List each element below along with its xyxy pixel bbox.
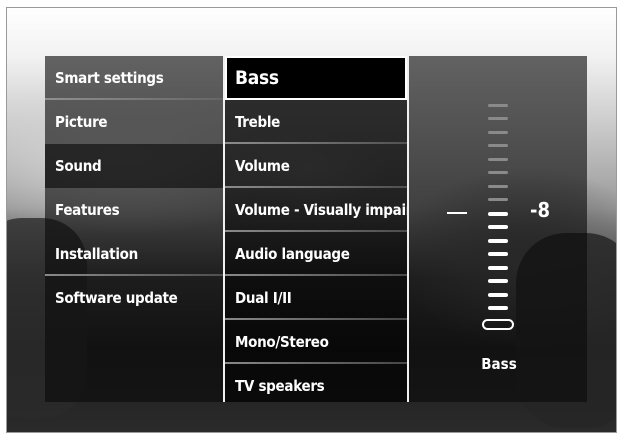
menu-item-smart-settings[interactable]: Smart settings	[45, 56, 223, 100]
slider-tick	[488, 130, 508, 134]
slider-tick	[488, 144, 508, 147]
slider-tick	[488, 171, 508, 174]
slider-label: Bass	[481, 355, 517, 373]
bass-slider[interactable]: -8 Bass	[409, 56, 587, 402]
slider-current-marker	[447, 212, 467, 214]
menu-item-features[interactable]: Features	[45, 188, 223, 232]
settings-menu: Smart settings Picture Sound Features In…	[45, 56, 587, 402]
slider-tick	[488, 225, 508, 229]
slider-tick	[488, 279, 508, 283]
menu-item-installation[interactable]: Installation	[45, 232, 223, 276]
slider-value: -8	[530, 198, 550, 222]
sound-item-mono-stereo[interactable]: Mono/Stereo	[225, 320, 407, 364]
slider-tick	[488, 252, 508, 256]
slider-tick	[488, 157, 508, 161]
slider-tick	[488, 184, 508, 188]
slider-tick	[488, 306, 508, 310]
slider-tick	[488, 198, 508, 201]
sound-item-tv-speakers[interactable]: TV speakers	[225, 364, 407, 408]
sound-item-dual[interactable]: Dual I/II	[225, 276, 407, 320]
slider-tick	[488, 211, 508, 216]
slider-tick	[488, 103, 508, 107]
sound-item-volume[interactable]: Volume	[225, 144, 407, 188]
slider-tick	[488, 292, 508, 297]
sound-item-audio-language[interactable]: Audio language	[225, 232, 407, 276]
slider-knob[interactable]	[482, 319, 514, 330]
slider-tick	[488, 117, 508, 120]
menu-item-software-update[interactable]: Software update	[45, 276, 223, 320]
menu-item-picture[interactable]: Picture	[45, 100, 223, 144]
slider-tick	[488, 238, 508, 243]
main-menu-column: Smart settings Picture Sound Features In…	[45, 56, 223, 402]
sound-item-bass[interactable]: Bass	[225, 56, 407, 100]
sound-item-volume-visually-impaired[interactable]: Volume - Visually impair	[225, 188, 407, 232]
menu-item-sound[interactable]: Sound	[45, 144, 223, 188]
sound-item-treble[interactable]: Treble	[225, 100, 407, 144]
sound-submenu-column: Bass Treble Volume Volume - Visually imp…	[223, 56, 409, 402]
bass-slider-panel: -8 Bass	[409, 56, 587, 402]
slider-tick	[488, 265, 508, 270]
tv-screen: Smart settings Picture Sound Features In…	[6, 7, 617, 433]
